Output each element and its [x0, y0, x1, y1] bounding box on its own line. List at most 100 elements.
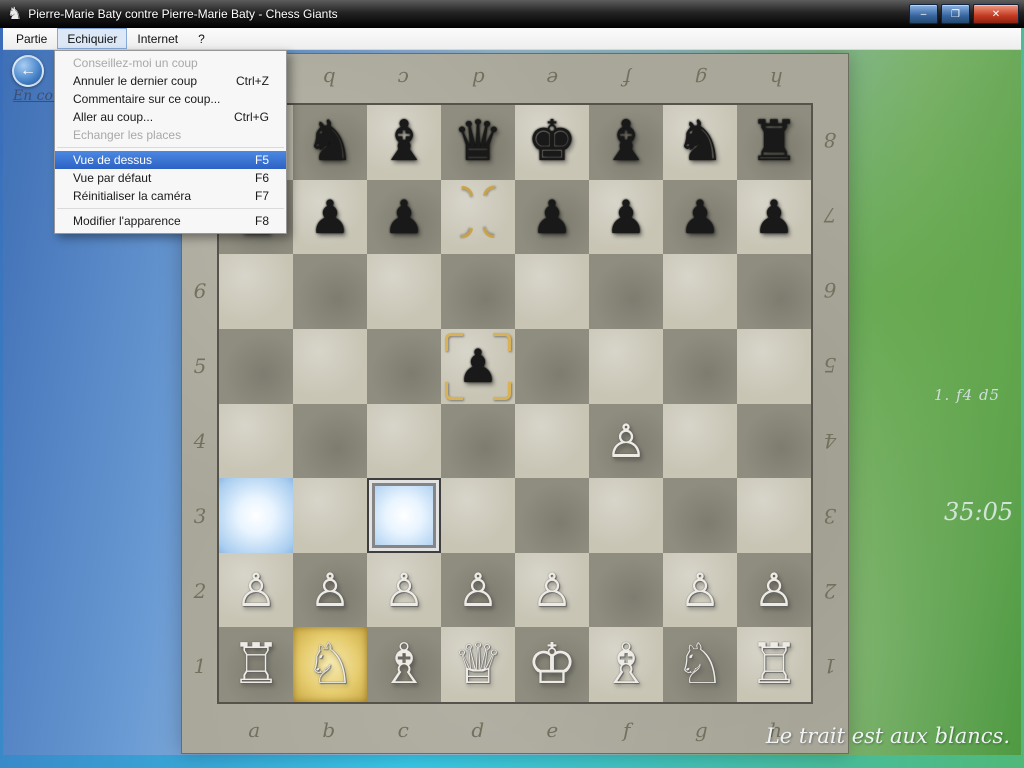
menu-item-aller-au-coup[interactable]: Aller au coup...Ctrl+G [55, 108, 286, 126]
square-f8[interactable]: ♝ [589, 105, 663, 180]
square-h4[interactable] [737, 404, 811, 479]
square-g6[interactable] [663, 254, 737, 329]
piece-white-rook[interactable]: ♖ [231, 637, 281, 693]
piece-white-knight[interactable]: ♘ [305, 637, 355, 693]
square-g5[interactable] [663, 329, 737, 404]
piece-white-pawn[interactable]: ♙ [605, 418, 646, 464]
square-a2[interactable]: ♙ [219, 553, 293, 628]
menu-item-commentaire-sur-ce-coup[interactable]: Commentaire sur ce coup... [55, 90, 286, 108]
square-d4[interactable] [441, 404, 515, 479]
square-h7[interactable]: ♟ [737, 180, 811, 255]
square-d7[interactable] [441, 180, 515, 255]
square-f3[interactable] [589, 478, 663, 553]
square-c8[interactable]: ♝ [367, 105, 441, 180]
piece-white-pawn[interactable]: ♙ [309, 567, 350, 613]
piece-black-pawn[interactable]: ♟ [531, 194, 572, 240]
square-d3[interactable] [441, 478, 515, 553]
piece-black-knight[interactable]: ♞ [305, 114, 355, 170]
close-button[interactable]: ✕ [973, 4, 1019, 24]
piece-black-pawn[interactable]: ♟ [605, 194, 646, 240]
square-a3[interactable] [219, 478, 293, 553]
square-g8[interactable]: ♞ [663, 105, 737, 180]
back-button[interactable]: ← [12, 55, 44, 87]
square-b8[interactable]: ♞ [293, 105, 367, 180]
square-e7[interactable]: ♟ [515, 180, 589, 255]
menu-item-modifier-l-apparence[interactable]: Modifier l'apparenceF8 [55, 212, 286, 230]
square-d5[interactable]: ♟ [441, 329, 515, 404]
square-c2[interactable]: ♙ [367, 553, 441, 628]
square-a6[interactable] [219, 254, 293, 329]
piece-white-bishop[interactable]: ♗ [379, 637, 429, 693]
square-d1[interactable]: ♕ [441, 627, 515, 702]
square-b7[interactable]: ♟ [293, 180, 367, 255]
piece-black-pawn[interactable]: ♟ [383, 194, 424, 240]
square-e4[interactable] [515, 404, 589, 479]
piece-white-queen[interactable]: ♕ [453, 637, 503, 693]
square-a4[interactable] [219, 404, 293, 479]
square-d6[interactable] [441, 254, 515, 329]
square-f7[interactable]: ♟ [589, 180, 663, 255]
square-g3[interactable] [663, 478, 737, 553]
square-e1[interactable]: ♔ [515, 627, 589, 702]
piece-black-knight[interactable]: ♞ [675, 114, 725, 170]
piece-black-pawn[interactable]: ♟ [309, 194, 350, 240]
square-b6[interactable] [293, 254, 367, 329]
square-b3[interactable] [293, 478, 367, 553]
piece-black-bishop[interactable]: ♝ [379, 114, 429, 170]
piece-white-pawn[interactable]: ♙ [457, 567, 498, 613]
square-e3[interactable] [515, 478, 589, 553]
square-g1[interactable]: ♘ [663, 627, 737, 702]
square-c6[interactable] [367, 254, 441, 329]
piece-black-bishop[interactable]: ♝ [601, 114, 651, 170]
square-b1[interactable]: ♘ [293, 627, 367, 702]
square-c4[interactable] [367, 404, 441, 479]
square-f6[interactable] [589, 254, 663, 329]
square-f1[interactable]: ♗ [589, 627, 663, 702]
square-b4[interactable] [293, 404, 367, 479]
piece-black-pawn[interactable]: ♟ [679, 194, 720, 240]
piece-white-pawn[interactable]: ♙ [679, 567, 720, 613]
menubar-item-partie[interactable]: Partie [6, 28, 57, 49]
piece-black-pawn[interactable]: ♟ [753, 194, 794, 240]
square-h2[interactable]: ♙ [737, 553, 811, 628]
piece-black-king[interactable]: ♚ [527, 114, 577, 170]
square-e6[interactable] [515, 254, 589, 329]
piece-white-pawn[interactable]: ♙ [531, 567, 572, 613]
square-e8[interactable]: ♚ [515, 105, 589, 180]
square-d8[interactable]: ♛ [441, 105, 515, 180]
square-b2[interactable]: ♙ [293, 553, 367, 628]
square-g2[interactable]: ♙ [663, 553, 737, 628]
piece-white-pawn[interactable]: ♙ [383, 567, 424, 613]
square-h5[interactable] [737, 329, 811, 404]
menubar-item-internet[interactable]: Internet [127, 28, 188, 49]
square-d2[interactable]: ♙ [441, 553, 515, 628]
menu-item-reinitialiser-la-camera[interactable]: Réinitialiser la caméraF7 [55, 187, 286, 205]
menu-item-annuler-le-dernier-coup[interactable]: Annuler le dernier coupCtrl+Z [55, 72, 286, 90]
piece-black-rook[interactable]: ♜ [749, 114, 799, 170]
square-h1[interactable]: ♖ [737, 627, 811, 702]
menu-item-vue-par-defaut[interactable]: Vue par défautF6 [55, 169, 286, 187]
square-c3[interactable] [367, 478, 441, 553]
square-h3[interactable] [737, 478, 811, 553]
square-e2[interactable]: ♙ [515, 553, 589, 628]
piece-white-rook[interactable]: ♖ [749, 637, 799, 693]
piece-white-knight[interactable]: ♘ [675, 637, 725, 693]
square-b5[interactable] [293, 329, 367, 404]
square-f5[interactable] [589, 329, 663, 404]
menu-item-vue-de-dessus[interactable]: Vue de dessusF5 [55, 151, 286, 169]
square-c1[interactable]: ♗ [367, 627, 441, 702]
square-g4[interactable] [663, 404, 737, 479]
maximize-button[interactable]: ❐ [941, 4, 970, 24]
minimize-button[interactable]: – [909, 4, 938, 24]
square-g7[interactable]: ♟ [663, 180, 737, 255]
square-h8[interactable]: ♜ [737, 105, 811, 180]
square-a1[interactable]: ♖ [219, 627, 293, 702]
piece-white-pawn[interactable]: ♙ [235, 567, 276, 613]
square-e5[interactable] [515, 329, 589, 404]
piece-white-king[interactable]: ♔ [527, 637, 577, 693]
square-f4[interactable]: ♙ [589, 404, 663, 479]
menubar-item-echiquier[interactable]: Echiquier [57, 28, 127, 49]
square-f2[interactable] [589, 553, 663, 628]
piece-white-bishop[interactable]: ♗ [601, 637, 651, 693]
square-h6[interactable] [737, 254, 811, 329]
